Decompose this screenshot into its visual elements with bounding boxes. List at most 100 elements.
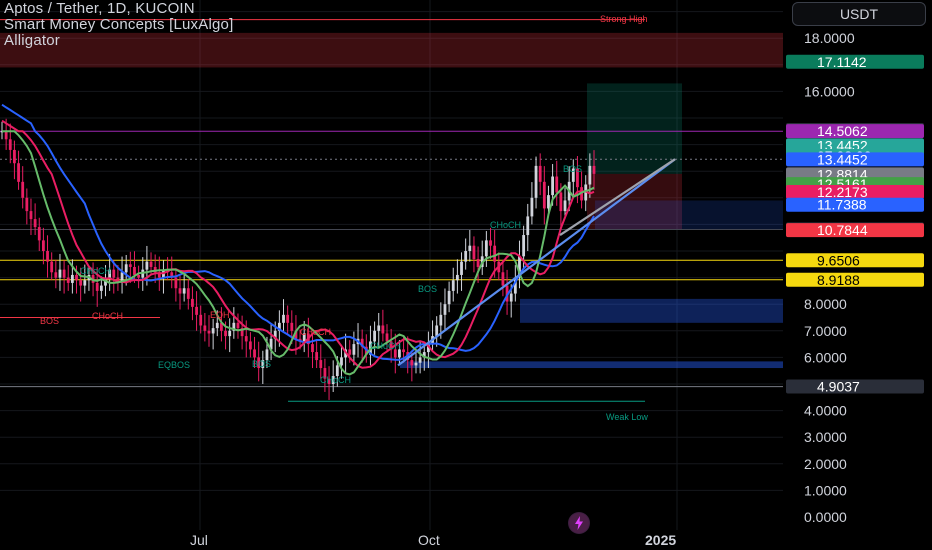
price-label-text: 17.1142 xyxy=(817,54,867,70)
y-axis-tick-label: 16.0000 xyxy=(804,83,855,99)
candle-body xyxy=(13,149,16,164)
candle-body xyxy=(526,216,530,236)
candle-body xyxy=(472,245,476,259)
candle-body xyxy=(501,272,505,286)
candle-body xyxy=(41,240,45,251)
smc-annotation-label: EQH xyxy=(210,310,230,320)
candle-body xyxy=(224,330,227,337)
candle-body xyxy=(46,251,49,262)
candle-body xyxy=(191,298,194,307)
candle-body xyxy=(315,352,319,361)
candle-body xyxy=(137,274,141,278)
chart-legend: Aptos / Tether, 1D, KUCOIN Smart Money C… xyxy=(4,1,233,49)
flash-icon[interactable] xyxy=(568,512,590,534)
smc-annotation-label: CHoCH xyxy=(92,311,123,321)
candle-body xyxy=(319,360,323,369)
candle-body xyxy=(83,280,87,286)
y-axis-tick-label: 18.0000 xyxy=(804,30,855,46)
smc-annotation-label: Weak Low xyxy=(606,412,648,422)
candle-body xyxy=(37,227,41,241)
candle-body xyxy=(410,360,414,366)
price-label-text: 9.6506 xyxy=(817,252,860,268)
candle-body xyxy=(128,264,132,267)
candle-body xyxy=(551,176,555,196)
candle-body xyxy=(248,341,252,350)
candle-body xyxy=(538,165,542,182)
candle-body xyxy=(592,165,596,174)
candle-body xyxy=(348,349,352,355)
candle-body xyxy=(178,288,182,294)
candle-body xyxy=(203,325,207,331)
candle-body xyxy=(509,293,513,302)
candle-body xyxy=(199,314,203,326)
smc-annotation-label: BOS xyxy=(418,284,437,294)
x-axis-tick-label: Jul xyxy=(190,532,208,548)
candle-body xyxy=(4,131,8,140)
y-axis-tick-label: 3.0000 xyxy=(804,429,847,445)
price-label-text: 8.9188 xyxy=(817,272,860,288)
candle-body xyxy=(182,288,186,294)
candle-body xyxy=(54,272,58,278)
candle-body xyxy=(439,314,443,326)
candle-body xyxy=(253,349,256,358)
x-axis-tick-label: Oct xyxy=(418,532,440,548)
y-axis-tick-label: 1.0000 xyxy=(804,482,847,498)
legend-symbol: Aptos / Tether, 1D, KUCOIN xyxy=(4,0,195,17)
candle-body xyxy=(468,245,472,251)
candle-body xyxy=(215,322,219,329)
target-zone xyxy=(587,83,682,174)
candle-body xyxy=(443,304,447,315)
smc-annotation-label: CHoCH xyxy=(80,266,111,276)
candle-body xyxy=(559,192,563,212)
legend-indicator-alligator: Alligator xyxy=(4,32,60,49)
candle-body xyxy=(464,251,468,262)
candle-body xyxy=(588,165,592,185)
candle-body xyxy=(58,269,62,278)
candle-body xyxy=(340,357,343,366)
candle-body xyxy=(62,269,66,278)
candle-body xyxy=(493,245,497,262)
candle-body xyxy=(145,261,149,270)
candle-body xyxy=(530,197,534,217)
candle-body xyxy=(195,306,198,315)
candle-body xyxy=(236,322,240,329)
candle-body xyxy=(534,165,538,198)
smc-annotation-label: CHoCH xyxy=(300,327,331,337)
candle-body xyxy=(33,219,37,228)
price-label-text: 10.7844 xyxy=(817,222,868,238)
y-axis-tick-label: 8.0000 xyxy=(804,296,847,312)
order-block-mid xyxy=(520,298,783,323)
currency-select-button[interactable]: USDT xyxy=(792,2,926,26)
candle-body xyxy=(95,282,99,291)
smc-annotation-label: BOS xyxy=(40,316,59,326)
x-axis-tick-label: 2025 xyxy=(645,532,676,548)
candle-body xyxy=(555,176,559,193)
candle-body xyxy=(414,362,418,366)
candle-body xyxy=(402,349,405,353)
candle-body xyxy=(455,274,459,281)
legend-indicator-smc: Smart Money Concepts [LuxAlgo] xyxy=(4,16,234,33)
y-axis-tick-label: 0.0000 xyxy=(804,509,847,525)
price-label-text: 4.9037 xyxy=(817,379,860,395)
candle-body xyxy=(311,344,314,353)
candle-body xyxy=(50,261,54,273)
candle-body xyxy=(563,200,567,212)
order-block-upper xyxy=(595,200,783,230)
candle-body xyxy=(124,264,128,273)
y-axis-tick-label: 6.0000 xyxy=(804,349,847,365)
candle-body xyxy=(476,258,480,267)
lightning-icon xyxy=(569,513,589,533)
candle-body xyxy=(547,195,550,209)
candle-body xyxy=(542,181,546,209)
candle-body xyxy=(373,330,376,342)
candle-body xyxy=(133,266,136,275)
candle-body xyxy=(99,285,103,291)
smc-annotation-label: BOS xyxy=(252,359,271,369)
candle-body xyxy=(29,211,33,220)
candle-body xyxy=(352,344,356,355)
price-chart[interactable]: Strong High Weak Low BOS CHoCH CHoCH CHoCH CHo… xyxy=(0,0,932,550)
order-block-low xyxy=(400,361,783,369)
candle-body xyxy=(17,163,20,182)
smc-annotation-label: CHoCH xyxy=(370,341,401,351)
candle-body xyxy=(460,261,463,275)
